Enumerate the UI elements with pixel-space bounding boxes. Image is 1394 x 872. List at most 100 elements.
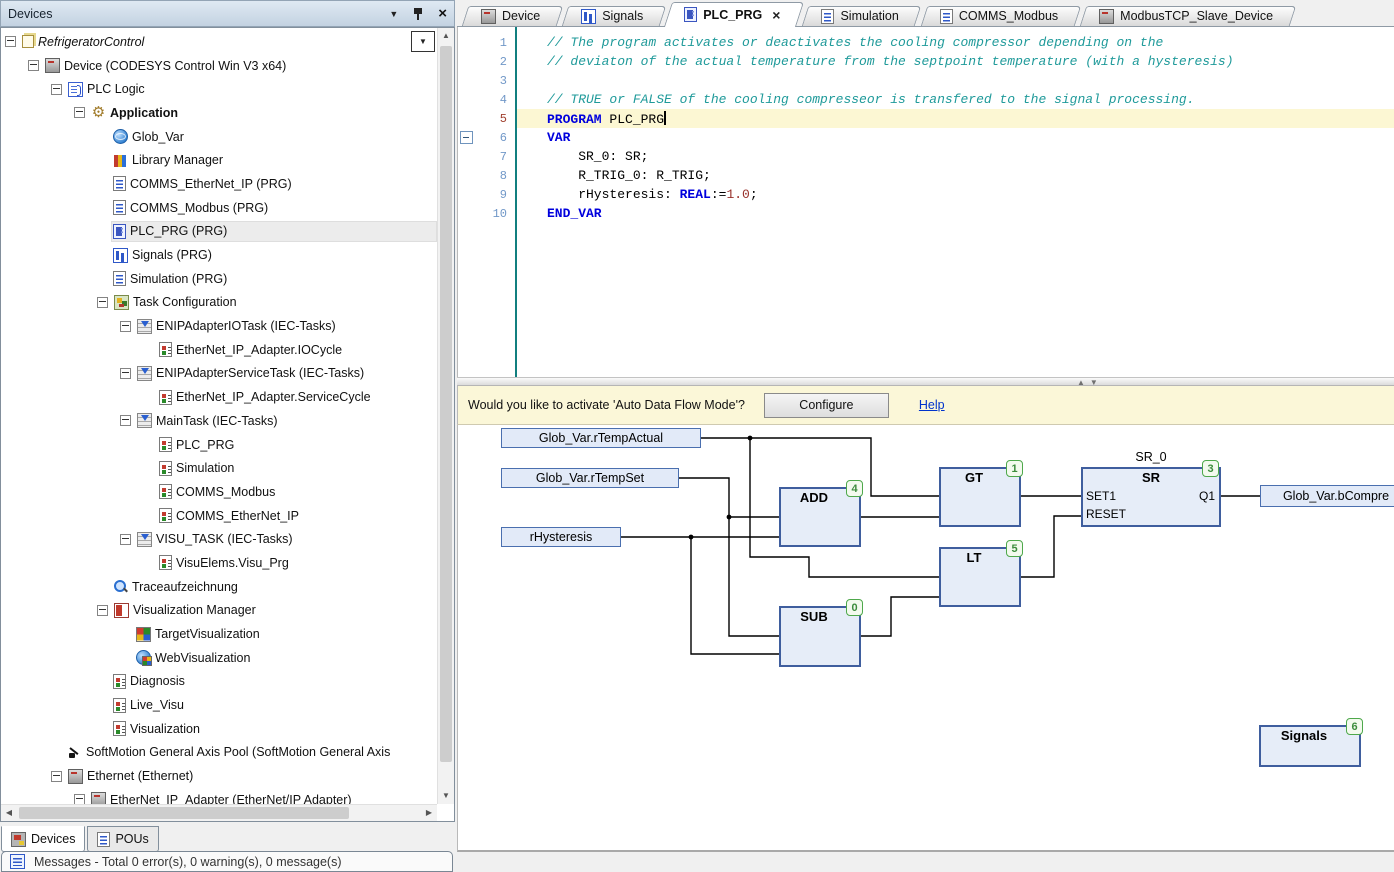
fbd-input-rTempActual[interactable]: Glob_Var.rTempActual (501, 428, 701, 448)
expander-minus-icon[interactable] (120, 368, 131, 379)
devices-panel-titlebar[interactable]: Devices ▼ × (0, 0, 455, 27)
expander-minus-icon[interactable] (120, 534, 131, 545)
tree-item[interactable]: VISU_TASK (IEC-Tasks) (1, 527, 437, 551)
tab-signals[interactable]: Signals (565, 6, 663, 26)
tree-item[interactable]: Diagnosis (1, 670, 437, 694)
editor-splitter[interactable]: ▲▼ (457, 377, 1394, 386)
code-line[interactable]: 10END_VAR (458, 204, 1394, 223)
expander-minus-icon[interactable] (120, 321, 131, 332)
configure-button[interactable]: Configure (764, 393, 889, 418)
code-editor[interactable]: 1// The program activates or deactivates… (457, 27, 1394, 377)
tree-vertical-scrollbar[interactable]: ▲ ▼ (437, 28, 454, 804)
tree-item[interactable]: Live_Visu (1, 693, 437, 717)
chevron-down-icon[interactable]: ▼ (389, 9, 398, 19)
line-number: 1 (475, 36, 515, 50)
tree-item-content: COMMS_Modbus (157, 481, 437, 502)
tree-item[interactable]: Simulation (PRG) (1, 267, 437, 291)
expander-minus-icon[interactable] (5, 36, 16, 47)
fbd-input-rTempSet[interactable]: Glob_Var.rTempSet (501, 468, 679, 488)
code-line[interactable]: 9 rHysteresis: REAL:=1.0; (458, 185, 1394, 204)
tree-item[interactable]: Signals (PRG) (1, 243, 437, 267)
vscroll-thumb[interactable] (440, 46, 452, 762)
expander-minus-icon[interactable] (51, 84, 62, 95)
tree-item[interactable]: SoftMotion General Axis Pool (SoftMotion… (1, 741, 437, 765)
code-line[interactable]: 6VAR (458, 128, 1394, 147)
code-line[interactable]: 5PROGRAM PLC_PRG (458, 109, 1394, 128)
code-line[interactable]: 2// deviaton of the actual temperature f… (458, 52, 1394, 71)
expander-minus-icon[interactable] (74, 794, 85, 804)
project-dropdown-button[interactable]: ▼ (411, 31, 435, 52)
tree-item[interactable]: Application (1, 101, 437, 125)
tree-item[interactable]: Library Manager (1, 148, 437, 172)
tab-device[interactable]: Device (465, 6, 560, 26)
fbd-block-lt[interactable]: LT 5 (939, 547, 1021, 607)
tree-item[interactable]: PLC_PRG (1, 433, 437, 457)
tree-item[interactable]: COMMS_Modbus (PRG) (1, 196, 437, 220)
tab-close-icon[interactable]: × (772, 9, 780, 21)
expander-minus-icon[interactable] (97, 297, 108, 308)
fbd-block-gt[interactable]: GT 1 (939, 467, 1021, 527)
code-line[interactable]: 4// TRUE or FALSE of the cooling compres… (458, 90, 1394, 109)
scroll-up-icon[interactable]: ▲ (438, 28, 454, 44)
fbd-block-add[interactable]: ADD 4 (779, 487, 861, 547)
expander-minus-icon[interactable] (74, 107, 85, 118)
tree-item[interactable]: VisuElems.Visu_Prg (1, 551, 437, 575)
tree-item[interactable]: Device (CODESYS Control Win V3 x64) (1, 54, 437, 78)
expander-minus-icon[interactable] (120, 415, 131, 426)
tree-item[interactable]: Visualization (1, 717, 437, 741)
gutter-divider (515, 27, 517, 377)
tree-item[interactable]: EtherNet_IP_Adapter.IOCycle (1, 338, 437, 362)
scroll-left-icon[interactable]: ◀ (1, 805, 17, 821)
tree-item[interactable]: COMMS_EtherNet_IP (PRG) (1, 172, 437, 196)
tree-item[interactable]: Ethernet (Ethernet) (1, 764, 437, 788)
tree-item[interactable]: RefrigeratorControl (1, 30, 437, 54)
tree-item[interactable]: MainTask (IEC-Tasks) (1, 409, 437, 433)
tree-item[interactable]: TargetVisualization (1, 622, 437, 646)
help-link[interactable]: Help (919, 398, 945, 412)
fbd-input-rHysteresis[interactable]: rHysteresis (501, 527, 621, 547)
scroll-right-icon[interactable]: ▶ (421, 805, 437, 821)
tree-item[interactable]: PLC_PRG (PRG) (1, 220, 437, 244)
tree-item[interactable]: Simulation (1, 456, 437, 480)
tree-item[interactable]: Visualization Manager (1, 599, 437, 623)
tab-plc_prg[interactable]: PLC_PRG× (668, 2, 800, 27)
code-line[interactable]: 1// The program activates or deactivates… (458, 33, 1394, 52)
code-line[interactable]: 7 SR_0: SR; (458, 147, 1394, 166)
tree-item[interactable]: Glob_Var (1, 125, 437, 149)
tree-item[interactable]: Task Configuration (1, 291, 437, 315)
code-line[interactable]: 8 R_TRIG_0: R_TRIG; (458, 166, 1394, 185)
fbd-block-sub[interactable]: SUB 0 (779, 606, 861, 667)
scroll-down-icon[interactable]: ▼ (438, 788, 454, 804)
tree-item[interactable]: COMMS_Modbus (1, 480, 437, 504)
expander-minus-icon[interactable] (28, 60, 39, 71)
pin-icon[interactable] (413, 7, 423, 21)
bottom-tab-pous[interactable]: POUs (87, 826, 158, 852)
expander-minus-icon[interactable] (51, 771, 62, 782)
expander-minus-icon[interactable] (97, 605, 108, 616)
messages-bar[interactable]: Messages - Total 0 error(s), 0 warning(s… (1, 851, 453, 872)
sr-instance-name[interactable]: SR_0 (1081, 450, 1221, 464)
tree-item[interactable]: ENIPAdapterServiceTask (IEC-Tasks) (1, 362, 437, 386)
tree-item-label: Traceaufzeichnung (132, 580, 238, 594)
tree-item[interactable]: WebVisualization (1, 646, 437, 670)
fold-collapse-icon[interactable] (458, 128, 475, 147)
tree-item[interactable]: COMMS_EtherNet_IP (1, 504, 437, 528)
tree-item[interactable]: PLC Logic (1, 77, 437, 101)
tree-item[interactable]: EtherNet_IP_Adapter.ServiceCycle (1, 385, 437, 409)
tab-simulation[interactable]: Simulation (805, 6, 918, 26)
code-line[interactable]: 3 (458, 71, 1394, 90)
fbd-block-sr[interactable]: SR 3 SET1 RESET Q1 (1081, 467, 1221, 527)
tab-comms_modbus[interactable]: COMMS_Modbus (924, 6, 1078, 26)
tree-item[interactable]: EtherNet_IP_Adapter (EtherNet/IP Adapter… (1, 788, 437, 804)
tree-item[interactable]: Traceaufzeichnung (1, 575, 437, 599)
bottom-tab-devices[interactable]: Devices (1, 826, 85, 852)
tree-horizontal-scrollbar[interactable]: ◀ ▶ (1, 804, 437, 821)
tree-item[interactable]: ENIPAdapterIOTask (IEC-Tasks) (1, 314, 437, 338)
fbd-canvas[interactable]: Glob_Var.rTempActual Glob_Var.rTempSet r… (457, 425, 1394, 852)
fbd-output-bCompressor[interactable]: Glob_Var.bCompre (1260, 485, 1394, 507)
tab-modbustcp_slave_device[interactable]: ModbusTCP_Slave_Device (1083, 6, 1293, 26)
hscroll-thumb[interactable] (19, 807, 349, 819)
close-icon[interactable]: × (438, 7, 447, 21)
line-number: 8 (475, 169, 515, 183)
fbd-block-signals[interactable]: Signals 6 (1259, 725, 1361, 767)
